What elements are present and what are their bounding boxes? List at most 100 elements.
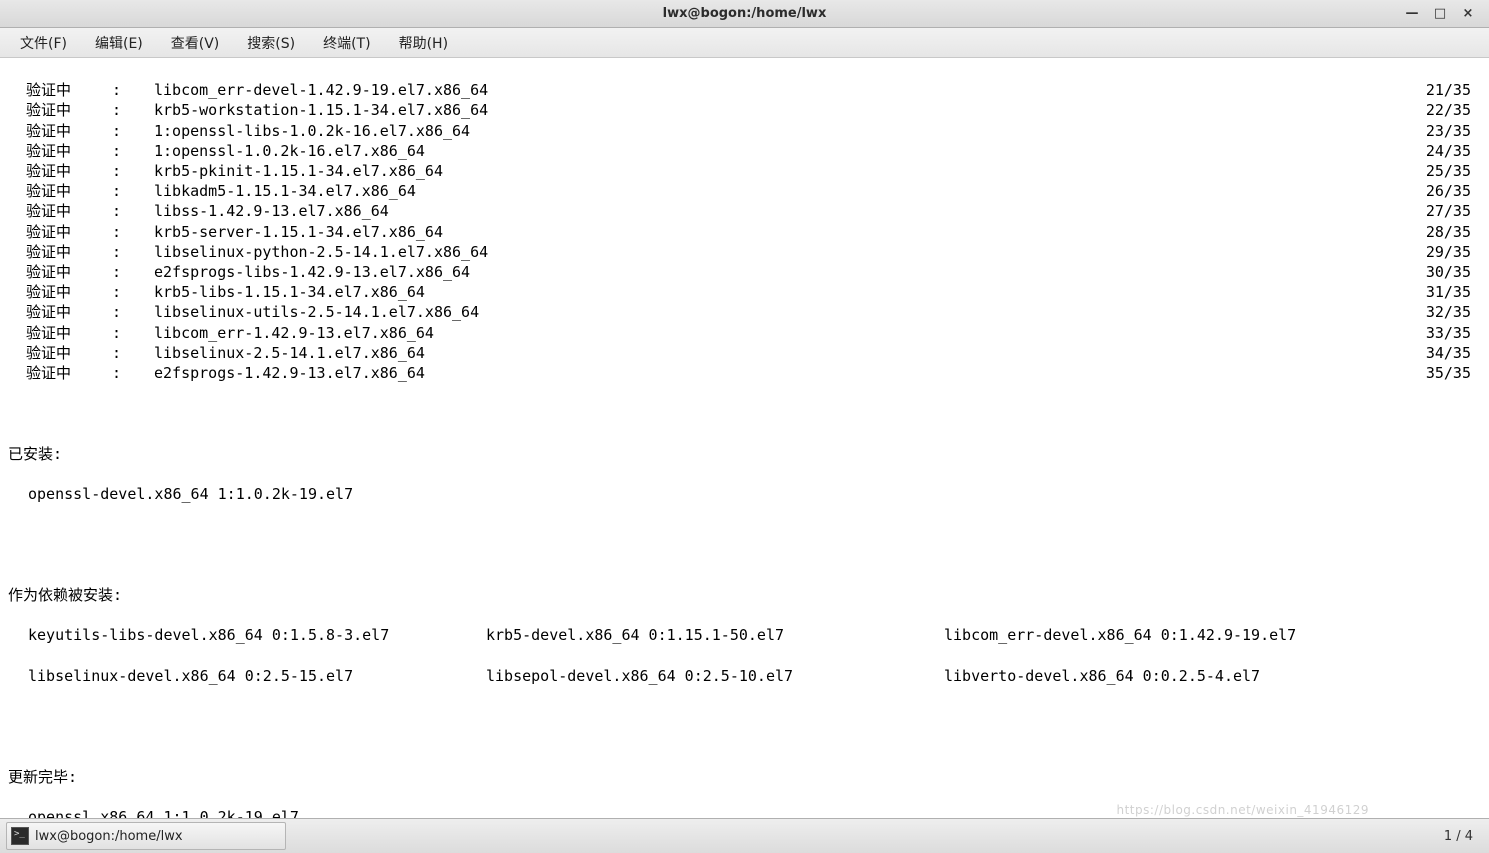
verify-row: 验证中: 1:openssl-1.0.2k-16.el7.x86_6424/35: [8, 141, 1481, 161]
dep-installed-cell: libcom_err-devel.x86_64 0:1.42.9-19.el7: [944, 625, 1444, 645]
verify-count: 35/35: [1411, 363, 1481, 383]
maximize-button[interactable]: □: [1431, 5, 1449, 23]
verify-count: 31/35: [1411, 282, 1481, 302]
verify-row: 验证中: libselinux-utils-2.5-14.1.el7.x86_6…: [8, 302, 1481, 322]
verify-row: 验证中: e2fsprogs-libs-1.42.9-13.el7.x86_64…: [8, 262, 1481, 282]
close-button[interactable]: ×: [1459, 5, 1477, 23]
terminal-output[interactable]: 验证中: libcom_err-devel-1.42.9-19.el7.x86_…: [0, 58, 1489, 818]
menu-terminal[interactable]: 终端(T): [309, 29, 384, 57]
window-title: lwx@bogon:/home/lwx: [663, 6, 827, 21]
verify-label: 验证中: [8, 302, 112, 322]
verify-count: 24/35: [1411, 141, 1481, 161]
verify-row: 验证中: libcom_err-1.42.9-13.el7.x86_6433/3…: [8, 323, 1481, 343]
verify-colon: :: [112, 262, 154, 282]
verify-package: krb5-workstation-1.15.1-34.el7.x86_64: [154, 100, 1411, 120]
verify-row: 验证中: libkadm5-1.15.1-34.el7.x86_6426/35: [8, 181, 1481, 201]
taskbar-item-terminal[interactable]: lwx@bogon:/home/lwx: [6, 822, 286, 850]
verify-package: libcom_err-1.42.9-13.el7.x86_64: [154, 323, 1411, 343]
workspace-pager[interactable]: 1 / 4: [1444, 829, 1483, 844]
verify-count: 32/35: [1411, 302, 1481, 322]
verify-package: libcom_err-devel-1.42.9-19.el7.x86_64: [154, 80, 1411, 100]
verify-count: 33/35: [1411, 323, 1481, 343]
verify-package: libselinux-2.5-14.1.el7.x86_64: [154, 343, 1411, 363]
verify-package: krb5-pkinit-1.15.1-34.el7.x86_64: [154, 161, 1411, 181]
verify-row: 验证中: libss-1.42.9-13.el7.x86_6427/35: [8, 201, 1481, 221]
verify-colon: :: [112, 121, 154, 141]
label-installed: 已安装:: [8, 444, 1481, 464]
verify-row: 验证中: libselinux-python-2.5-14.1.el7.x86_…: [8, 242, 1481, 262]
verify-label: 验证中: [8, 222, 112, 242]
verify-row: 验证中: e2fsprogs-1.42.9-13.el7.x86_6435/35: [8, 363, 1481, 383]
verify-package: libss-1.42.9-13.el7.x86_64: [154, 201, 1411, 221]
verify-label: 验证中: [8, 141, 112, 161]
verify-package: krb5-server-1.15.1-34.el7.x86_64: [154, 222, 1411, 242]
terminal-icon: [11, 827, 29, 845]
taskbar: lwx@bogon:/home/lwx 1 / 4: [0, 818, 1489, 853]
verify-package: e2fsprogs-1.42.9-13.el7.x86_64: [154, 363, 1411, 383]
verify-row: 验证中: libselinux-2.5-14.1.el7.x86_6434/35: [8, 343, 1481, 363]
verify-colon: :: [112, 201, 154, 221]
verify-count: 27/35: [1411, 201, 1481, 221]
verify-colon: :: [112, 323, 154, 343]
dep-installed-cell: libverto-devel.x86_64 0:0.2.5-4.el7: [944, 666, 1444, 686]
verify-row: 验证中: krb5-server-1.15.1-34.el7.x86_6428/…: [8, 222, 1481, 242]
verify-label: 验证中: [8, 262, 112, 282]
verify-package: 1:openssl-1.0.2k-16.el7.x86_64: [154, 141, 1411, 161]
verify-colon: :: [112, 181, 154, 201]
verify-count: 29/35: [1411, 242, 1481, 262]
verify-colon: :: [112, 282, 154, 302]
menu-view[interactable]: 查看(V): [157, 29, 234, 57]
verify-count: 21/35: [1411, 80, 1481, 100]
verify-colon: :: [112, 80, 154, 100]
verify-count: 28/35: [1411, 222, 1481, 242]
verify-label: 验证中: [8, 343, 112, 363]
verify-count: 22/35: [1411, 100, 1481, 120]
dep-installed-cell: keyutils-libs-devel.x86_64 0:1.5.8-3.el7: [8, 625, 486, 645]
label-dep-installed: 作为依赖被安装:: [8, 585, 1481, 605]
verify-count: 34/35: [1411, 343, 1481, 363]
verify-count: 25/35: [1411, 161, 1481, 181]
verify-label: 验证中: [8, 181, 112, 201]
verify-colon: :: [112, 363, 154, 383]
verify-package: libselinux-utils-2.5-14.1.el7.x86_64: [154, 302, 1411, 322]
menubar: 文件(F) 编辑(E) 查看(V) 搜索(S) 终端(T) 帮助(H): [0, 28, 1489, 58]
updated-item: openssl.x86_64 1:1.0.2k-19.el7: [8, 807, 1481, 818]
installed-item: openssl-devel.x86_64 1:1.0.2k-19.el7: [8, 484, 1481, 504]
verify-package: libkadm5-1.15.1-34.el7.x86_64: [154, 181, 1411, 201]
verify-package: 1:openssl-libs-1.0.2k-16.el7.x86_64: [154, 121, 1411, 141]
verify-label: 验证中: [8, 242, 112, 262]
menu-search[interactable]: 搜索(S): [233, 29, 309, 57]
verify-label: 验证中: [8, 121, 112, 141]
verify-package: krb5-libs-1.15.1-34.el7.x86_64: [154, 282, 1411, 302]
verify-colon: :: [112, 100, 154, 120]
verify-label: 验证中: [8, 323, 112, 343]
verify-row: 验证中: 1:openssl-libs-1.0.2k-16.el7.x86_64…: [8, 121, 1481, 141]
verify-count: 26/35: [1411, 181, 1481, 201]
menu-file[interactable]: 文件(F): [6, 29, 81, 57]
menu-edit[interactable]: 编辑(E): [81, 29, 157, 57]
verify-label: 验证中: [8, 161, 112, 181]
verify-colon: :: [112, 343, 154, 363]
verify-label: 验证中: [8, 282, 112, 302]
dep-installed-cell: krb5-devel.x86_64 0:1.15.1-50.el7: [486, 625, 944, 645]
verify-label: 验证中: [8, 363, 112, 383]
verify-package: libselinux-python-2.5-14.1.el7.x86_64: [154, 242, 1411, 262]
verify-count: 23/35: [1411, 121, 1481, 141]
verify-row: 验证中: libcom_err-devel-1.42.9-19.el7.x86_…: [8, 80, 1481, 100]
verify-row: 验证中: krb5-libs-1.15.1-34.el7.x86_6431/35: [8, 282, 1481, 302]
verify-colon: :: [112, 222, 154, 242]
verify-row: 验证中: krb5-pkinit-1.15.1-34.el7.x86_6425/…: [8, 161, 1481, 181]
taskbar-item-label: lwx@bogon:/home/lwx: [35, 829, 183, 844]
verify-label: 验证中: [8, 80, 112, 100]
verify-colon: :: [112, 141, 154, 161]
verify-row: 验证中: krb5-workstation-1.15.1-34.el7.x86_…: [8, 100, 1481, 120]
verify-colon: :: [112, 161, 154, 181]
verify-label: 验证中: [8, 201, 112, 221]
menu-help[interactable]: 帮助(H): [385, 29, 462, 57]
minimize-button[interactable]: —: [1403, 5, 1421, 23]
dep-installed-cell: libsepol-devel.x86_64 0:2.5-10.el7: [486, 666, 944, 686]
verify-label: 验证中: [8, 100, 112, 120]
workspace-pager-label: 1 / 4: [1444, 829, 1473, 844]
dep-installed-cell: libselinux-devel.x86_64 0:2.5-15.el7: [8, 666, 486, 686]
window-titlebar: lwx@bogon:/home/lwx — □ ×: [0, 0, 1489, 28]
